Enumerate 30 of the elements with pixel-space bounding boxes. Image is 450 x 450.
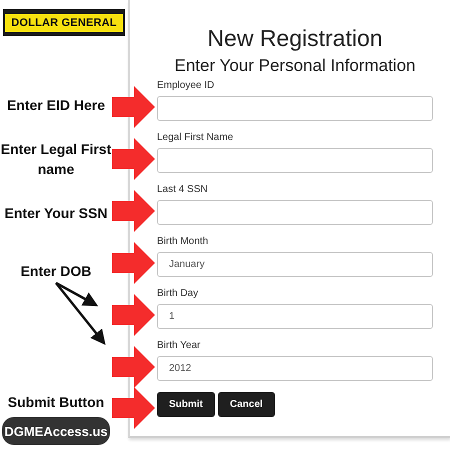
pointing-arrow-icon (112, 294, 155, 336)
pointing-arrow-icon (112, 346, 155, 388)
input-field[interactable] (157, 200, 433, 225)
pointing-arrow-icon (112, 387, 155, 429)
input-field[interactable]: January (157, 252, 433, 277)
field-label: Employee ID (157, 80, 216, 92)
form-title: New Registration (206, 24, 384, 53)
pointing-arrow-icon (112, 138, 155, 180)
submit-button[interactable]: Submit (157, 392, 215, 417)
field-label: Birth Day (157, 288, 200, 300)
input-field[interactable]: 1 (157, 304, 433, 329)
pointing-arrow-icon (112, 86, 155, 128)
field-label: Legal First Name (157, 132, 234, 144)
cancel-button[interactable]: Cancel (218, 392, 275, 417)
pointing-arrow-icon (112, 242, 155, 284)
site-badge: DGMEAccess.us (2, 417, 110, 445)
logo: DOLLAR GENERAL (3, 9, 125, 36)
callout-text: Enter Your SSN (4, 204, 108, 223)
input-field[interactable] (157, 148, 433, 173)
callout-text: Enter Legal First name (0, 140, 112, 179)
input-field[interactable] (157, 96, 433, 121)
input-field[interactable]: 2012 (157, 356, 433, 381)
field-label: Last 4 SSN (157, 184, 209, 196)
form-subtitle: Enter Your Personal Information (174, 55, 416, 77)
callout-text: Submit Button (6, 393, 106, 412)
callout-text: Enter EID Here (6, 96, 106, 115)
field-label: Birth Month (157, 236, 210, 248)
pointing-arrow-icon (112, 190, 155, 232)
field-label: Birth Year (157, 340, 202, 352)
callout-text: Enter DOB (20, 262, 92, 281)
